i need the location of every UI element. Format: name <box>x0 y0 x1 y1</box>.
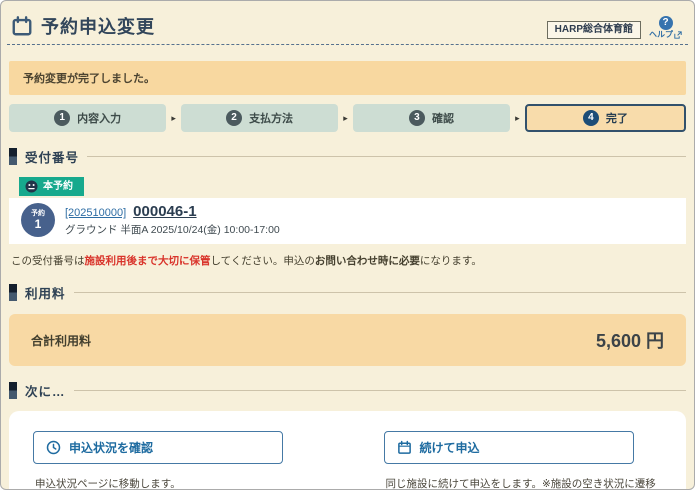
action-description: 同じ施設に続けて申込をします。※施設の空き状況に遷移します。 <box>386 476 663 490</box>
next-col-status: 申込状況を確認 申込状況ページに移動します。 <box>33 431 312 490</box>
clock-icon <box>46 440 61 455</box>
section-marker <box>9 284 17 301</box>
section-title: 次に… <box>25 381 66 400</box>
step-label: 支払方法 <box>249 110 293 126</box>
reservation-face-icon <box>25 180 38 193</box>
header-right: HARP総合体育館 ? ヘルプ <box>547 16 684 39</box>
header-divider <box>7 44 688 45</box>
reservation-info: [202510000] 000046-1 グラウンド 半面A 2025/10/2… <box>65 203 280 237</box>
help-label[interactable]: ヘルプ <box>649 31 673 39</box>
note-emphasis-red: 施設利用後まで大切に保管 <box>85 255 211 267</box>
step-number: 1 <box>54 110 70 126</box>
section-rule <box>87 156 686 157</box>
calendar-icon <box>11 15 33 37</box>
page-title: 予約申込変更 <box>41 13 155 39</box>
reservation-change-page: 予約申込変更 HARP総合体育館 ? ヘルプ 予約変更が完了しました。 <box>0 0 695 490</box>
step-separator: ▸ <box>342 113 349 124</box>
step-separator: ▸ <box>170 113 177 124</box>
reservation-number-badge: 予約 1 <box>21 203 55 237</box>
external-link-icon <box>674 31 682 39</box>
section-rule <box>74 390 686 391</box>
total-fee-amount: 5,600 円 <box>596 327 664 353</box>
total-fee-label: 合計利用料 <box>31 332 91 349</box>
step-label: 内容入力 <box>77 110 121 126</box>
step-indicator: 1 内容入力 ▸ 2 支払方法 ▸ 3 確認 ▸ 4 完了 <box>9 104 686 132</box>
check-application-status-button[interactable]: 申込状況を確認 <box>33 431 283 464</box>
step-label: 確認 <box>432 110 454 126</box>
reservation-type-badge: 本予約 <box>19 177 84 196</box>
next-actions-panel: 申込状況を確認 申込状況ページに移動します。 続けて申込 同じ施設に続けて申込を… <box>9 411 686 490</box>
step-2-payment: 2 支払方法 <box>181 104 338 132</box>
receipt-note: この受付番号は施設利用後まで大切に保管してください。申込のお問い合わせ時に必要に… <box>11 253 684 268</box>
fee-section-heading: 利用料 <box>9 283 686 302</box>
step-number: 3 <box>409 110 425 126</box>
receipt-section-heading: 受付番号 <box>9 147 686 166</box>
reservation-type-label: 本予約 <box>43 182 73 192</box>
button-label: 申込状況を確認 <box>69 439 153 456</box>
next-col-continue: 続けて申込 同じ施設に続けて申込をします。※施設の空き状況に遷移します。 <box>384 431 663 490</box>
step-number: 4 <box>583 110 599 126</box>
section-marker <box>9 148 17 165</box>
receipt-number-link[interactable]: 000046-1 <box>133 203 196 220</box>
reservation-detail: グラウンド 半面A 2025/10/24(金) 10:00-17:00 <box>65 222 280 237</box>
step-number: 2 <box>226 110 242 126</box>
section-title: 利用料 <box>25 283 66 302</box>
help-link[interactable]: ? ヘルプ <box>649 16 682 39</box>
section-title: 受付番号 <box>25 147 79 166</box>
facility-badge: HARP総合体育館 <box>547 21 641 39</box>
calendar-small-icon <box>397 440 412 455</box>
button-label: 続けて申込 <box>420 439 480 456</box>
step-1-input: 1 内容入力 <box>9 104 166 132</box>
reservation-card: 予約 1 [202510000] 000046-1 グラウンド 半面A 2025… <box>9 198 686 244</box>
step-separator: ▸ <box>514 113 521 124</box>
success-message: 予約変更が完了しました。 <box>9 61 686 95</box>
step-3-confirm: 3 確認 <box>353 104 510 132</box>
step-label: 完了 <box>606 110 628 126</box>
note-emphasis-bold: お問い合わせ時に必要 <box>315 255 420 267</box>
next-section-heading: 次に… <box>9 381 686 400</box>
action-description: 申込状況ページに移動します。 <box>35 476 312 490</box>
help-icon[interactable]: ? <box>659 16 673 30</box>
step-4-complete-active: 4 完了 <box>525 104 686 132</box>
total-fee-bar: 合計利用料 5,600 円 <box>9 314 686 366</box>
section-marker <box>9 382 17 399</box>
header: 予約申込変更 HARP総合体育館 ? ヘルプ <box>1 1 694 39</box>
continue-application-button[interactable]: 続けて申込 <box>384 431 634 464</box>
title-wrap: 予約申込変更 <box>11 13 155 39</box>
section-rule <box>74 292 686 293</box>
period-link[interactable]: [202510000] <box>65 207 126 219</box>
